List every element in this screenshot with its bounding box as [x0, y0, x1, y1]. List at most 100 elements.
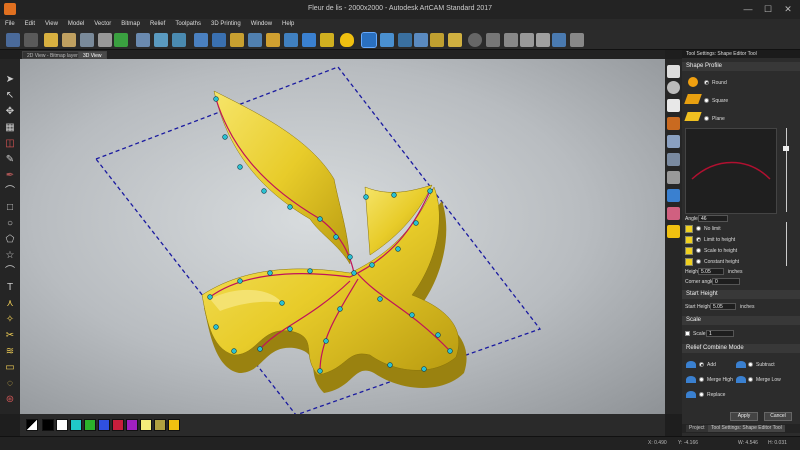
move-icon[interactable]	[136, 33, 150, 47]
scale-checkbox[interactable]	[685, 331, 690, 336]
height-input[interactable]: 5.05	[698, 268, 724, 275]
sweep-icon[interactable]	[266, 33, 280, 47]
replace-radio[interactable]	[699, 392, 704, 397]
palette-swatch[interactable]	[168, 419, 180, 431]
3d-viewport[interactable]	[20, 59, 665, 414]
trim-icon[interactable]: ✂	[3, 329, 17, 343]
palette-swatch[interactable]	[112, 419, 124, 431]
maximize-button[interactable]: ☐	[758, 2, 778, 16]
texture-icon[interactable]	[320, 33, 334, 47]
menu-3d-printing[interactable]: 3D Printing	[206, 19, 246, 30]
zoom-icon[interactable]	[667, 81, 680, 94]
menu-bitmap[interactable]: Bitmap	[116, 19, 145, 30]
file-icon[interactable]	[536, 33, 550, 47]
offset-icon[interactable]	[414, 33, 428, 47]
square-radio[interactable]	[704, 98, 709, 103]
copy-icon[interactable]	[667, 171, 680, 184]
rectangle-icon[interactable]: □	[3, 201, 17, 215]
scale-input[interactable]: 1	[706, 330, 734, 337]
toolpath-layer-icon[interactable]	[667, 207, 680, 220]
group-icon[interactable]: ▦	[3, 121, 17, 135]
vector-weld-icon[interactable]: ⋏	[3, 297, 17, 311]
merge-low-radio[interactable]	[748, 377, 753, 382]
grid-icon[interactable]	[98, 33, 112, 47]
menu-help[interactable]: Help	[277, 19, 299, 30]
stamp-icon[interactable]	[448, 33, 462, 47]
view-top-icon[interactable]	[667, 99, 680, 112]
sculpt-icon[interactable]	[302, 33, 316, 47]
tilted-plane-icon[interactable]	[667, 153, 680, 166]
menu-model[interactable]: Model	[63, 19, 89, 30]
menu-view[interactable]: View	[40, 19, 63, 30]
brush-icon[interactable]: ✎	[3, 153, 17, 167]
menu-toolpaths[interactable]: Toolpaths	[170, 19, 206, 30]
open-folder-icon[interactable]	[44, 33, 58, 47]
corner-angle-input[interactable]: 0	[712, 278, 740, 285]
pen-icon[interactable]: ✒	[3, 169, 17, 183]
subtract-radio[interactable]	[748, 362, 753, 367]
page-icon[interactable]	[80, 33, 94, 47]
no-limit-radio[interactable]	[696, 226, 701, 231]
scale-to-height-radio[interactable]	[696, 248, 701, 253]
menu-edit[interactable]: Edit	[20, 19, 40, 30]
join-icon[interactable]: ≋	[3, 345, 17, 359]
arrow-relief-icon[interactable]	[398, 33, 412, 47]
import-icon[interactable]	[62, 33, 76, 47]
menu-relief[interactable]: Relief	[145, 19, 170, 30]
palette-swatch[interactable]	[98, 419, 110, 431]
relief-icon[interactable]	[194, 33, 208, 47]
measure-icon[interactable]: ⊛	[3, 393, 17, 407]
add-icon[interactable]	[114, 33, 128, 47]
transform-icon[interactable]: ✥	[3, 105, 17, 119]
limit-to-height-radio[interactable]	[696, 237, 701, 242]
spin-icon[interactable]	[248, 33, 262, 47]
menu-window[interactable]: Window	[246, 19, 277, 30]
menu-vector[interactable]: Vector	[89, 19, 116, 30]
close-button[interactable]: ✕	[778, 2, 798, 16]
shape-icon[interactable]	[212, 33, 226, 47]
layer-icon[interactable]	[552, 33, 566, 47]
shape-editor-icon[interactable]	[361, 32, 377, 48]
node-edit-icon[interactable]: ↖	[3, 89, 17, 103]
align-icon[interactable]	[154, 33, 168, 47]
scale-icon[interactable]	[486, 33, 500, 47]
add-radio[interactable]	[699, 362, 704, 367]
tab-2d-view[interactable]: 2D View - Bitmap layer	[22, 51, 83, 59]
apply-button[interactable]: Apply	[730, 412, 758, 421]
minimize-button[interactable]: —	[738, 2, 758, 16]
constant-height-radio[interactable]	[696, 259, 701, 264]
blend-icon[interactable]	[380, 33, 394, 47]
shape-editor-panel-icon[interactable]	[667, 225, 680, 238]
ellipse-icon[interactable]: ○	[3, 217, 17, 231]
menu-file[interactable]: File	[0, 19, 20, 30]
extrude-icon[interactable]	[230, 33, 244, 47]
tab-project[interactable]: Project	[686, 425, 708, 432]
palette-swatch[interactable]	[154, 419, 166, 431]
select-arrow-icon[interactable]: ➤	[3, 73, 17, 87]
material-icon[interactable]	[667, 117, 680, 130]
wrap-icon[interactable]	[430, 33, 444, 47]
primary-secondary-swatch[interactable]	[26, 419, 38, 431]
palette-swatch[interactable]	[42, 419, 54, 431]
download-icon[interactable]	[504, 33, 518, 47]
rotate-icon[interactable]	[468, 33, 482, 47]
palette-swatch[interactable]	[126, 419, 138, 431]
tab-3d-view[interactable]: 3D View	[78, 51, 107, 59]
cancel-button[interactable]: Cancel	[764, 412, 792, 421]
export-icon[interactable]	[520, 33, 534, 47]
arc-icon[interactable]: ⌒	[3, 265, 17, 279]
smooth-icon[interactable]	[284, 33, 298, 47]
fillet-icon[interactable]: ◌	[3, 377, 17, 391]
cube-icon[interactable]	[667, 65, 680, 78]
offset-vector-icon[interactable]: ▭	[3, 361, 17, 375]
round-radio[interactable]	[704, 80, 709, 85]
height-slider-thumb[interactable]	[783, 146, 789, 151]
layer-stack-icon[interactable]	[667, 135, 680, 148]
shape-layer-icon[interactable]: ◫	[3, 137, 17, 151]
angle-input[interactable]: 46	[698, 215, 728, 222]
wand-icon[interactable]: ✧	[3, 313, 17, 327]
save-icon[interactable]	[6, 33, 20, 47]
plane-radio[interactable]	[704, 116, 709, 121]
palette-swatch[interactable]	[84, 419, 96, 431]
palette-swatch[interactable]	[140, 419, 152, 431]
